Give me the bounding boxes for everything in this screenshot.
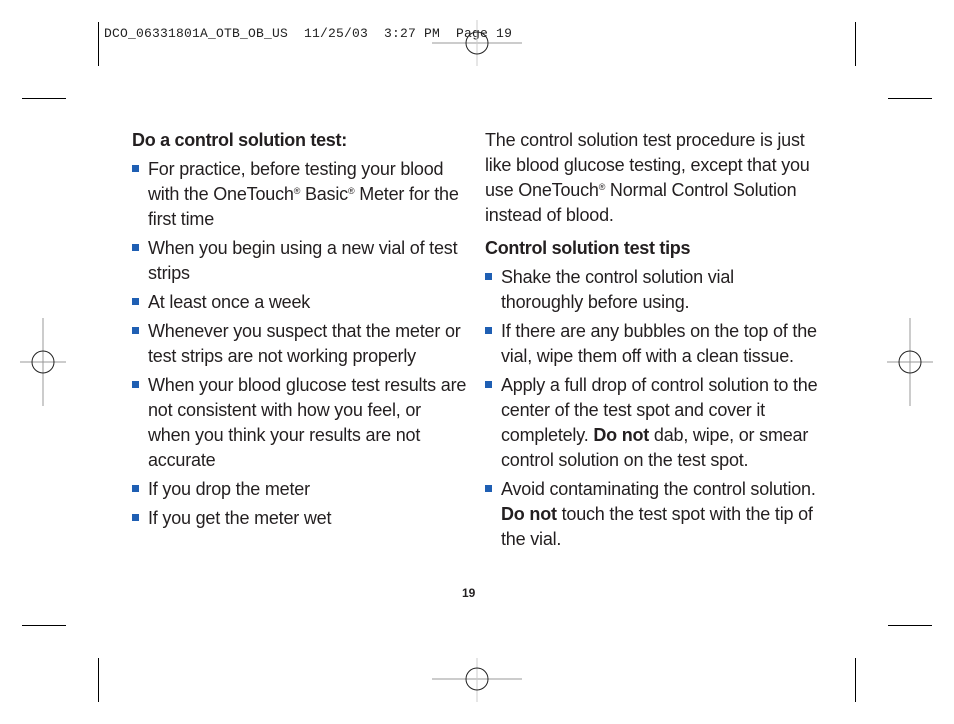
item-text: Avoid contaminating the control solution… — [501, 479, 816, 499]
list-item: Apply a full drop of control solution to… — [485, 373, 820, 473]
intro-paragraph: The control solution test procedure is j… — [485, 128, 820, 228]
square-bullet-icon — [485, 381, 492, 388]
tips-heading: Control solution test tips — [485, 238, 691, 258]
item-text: Whenever you suspect that the meter or t… — [148, 321, 461, 366]
item-text: Shake the control solution vial thorough… — [501, 267, 734, 312]
registration-mark-bottom — [432, 658, 522, 702]
crop-mark-bottom-left-h — [22, 625, 66, 626]
square-bullet-icon — [132, 244, 139, 251]
registration-mark-left — [20, 318, 66, 406]
crop-mark-top-right-v — [855, 22, 856, 66]
square-bullet-icon — [485, 485, 492, 492]
crop-mark-top-right-h — [888, 98, 932, 99]
crop-mark-bottom-left-v — [98, 658, 99, 702]
crop-mark-bottom-right-h — [888, 625, 932, 626]
emphasis-text: Do not — [501, 504, 557, 524]
list-item: When you begin using a new vial of test … — [132, 236, 467, 286]
registration-mark-right — [887, 318, 933, 406]
section-heading: Do a control solution test: — [132, 130, 347, 150]
square-bullet-icon — [485, 273, 492, 280]
list-item: When your blood glucose test results are… — [132, 373, 467, 473]
item-text: When your blood glucose test results are… — [148, 375, 467, 470]
item-text: If you get the meter wet — [148, 508, 332, 528]
page-number: 19 — [462, 586, 476, 600]
item-text: When you begin using a new vial of test … — [148, 238, 458, 283]
list-item: If you drop the meter — [132, 477, 467, 502]
item-text: Basic — [300, 184, 348, 204]
list-item: Shake the control solution vial thorough… — [485, 265, 820, 315]
list-item: Avoid contaminating the control solution… — [485, 477, 820, 552]
square-bullet-icon — [132, 514, 139, 521]
square-bullet-icon — [132, 381, 139, 388]
tips-list: Shake the control solution vial thorough… — [485, 265, 820, 552]
registration-mark-top — [432, 20, 522, 66]
list-item: If you get the meter wet — [132, 506, 467, 531]
right-column: The control solution test procedure is j… — [485, 128, 820, 556]
crop-mark-top-left-v — [98, 22, 99, 66]
reasons-list: For practice, before testing your blood … — [132, 157, 467, 531]
square-bullet-icon — [132, 165, 139, 172]
item-text: If you drop the meter — [148, 479, 310, 499]
list-item: Whenever you suspect that the meter or t… — [132, 319, 467, 369]
crop-mark-top-left-h — [22, 98, 66, 99]
left-column: Do a control solution test: For practice… — [132, 128, 467, 535]
item-text: If there are any bubbles on the top of t… — [501, 321, 817, 366]
square-bullet-icon — [132, 327, 139, 334]
item-text: At least once a week — [148, 292, 311, 312]
crop-mark-bottom-right-v — [855, 658, 856, 702]
list-item: At least once a week — [132, 290, 467, 315]
emphasis-text: Do not — [593, 425, 650, 445]
square-bullet-icon — [132, 485, 139, 492]
list-item: For practice, before testing your blood … — [132, 157, 467, 232]
square-bullet-icon — [132, 298, 139, 305]
list-item: If there are any bubbles on the top of t… — [485, 319, 820, 369]
square-bullet-icon — [485, 327, 492, 334]
